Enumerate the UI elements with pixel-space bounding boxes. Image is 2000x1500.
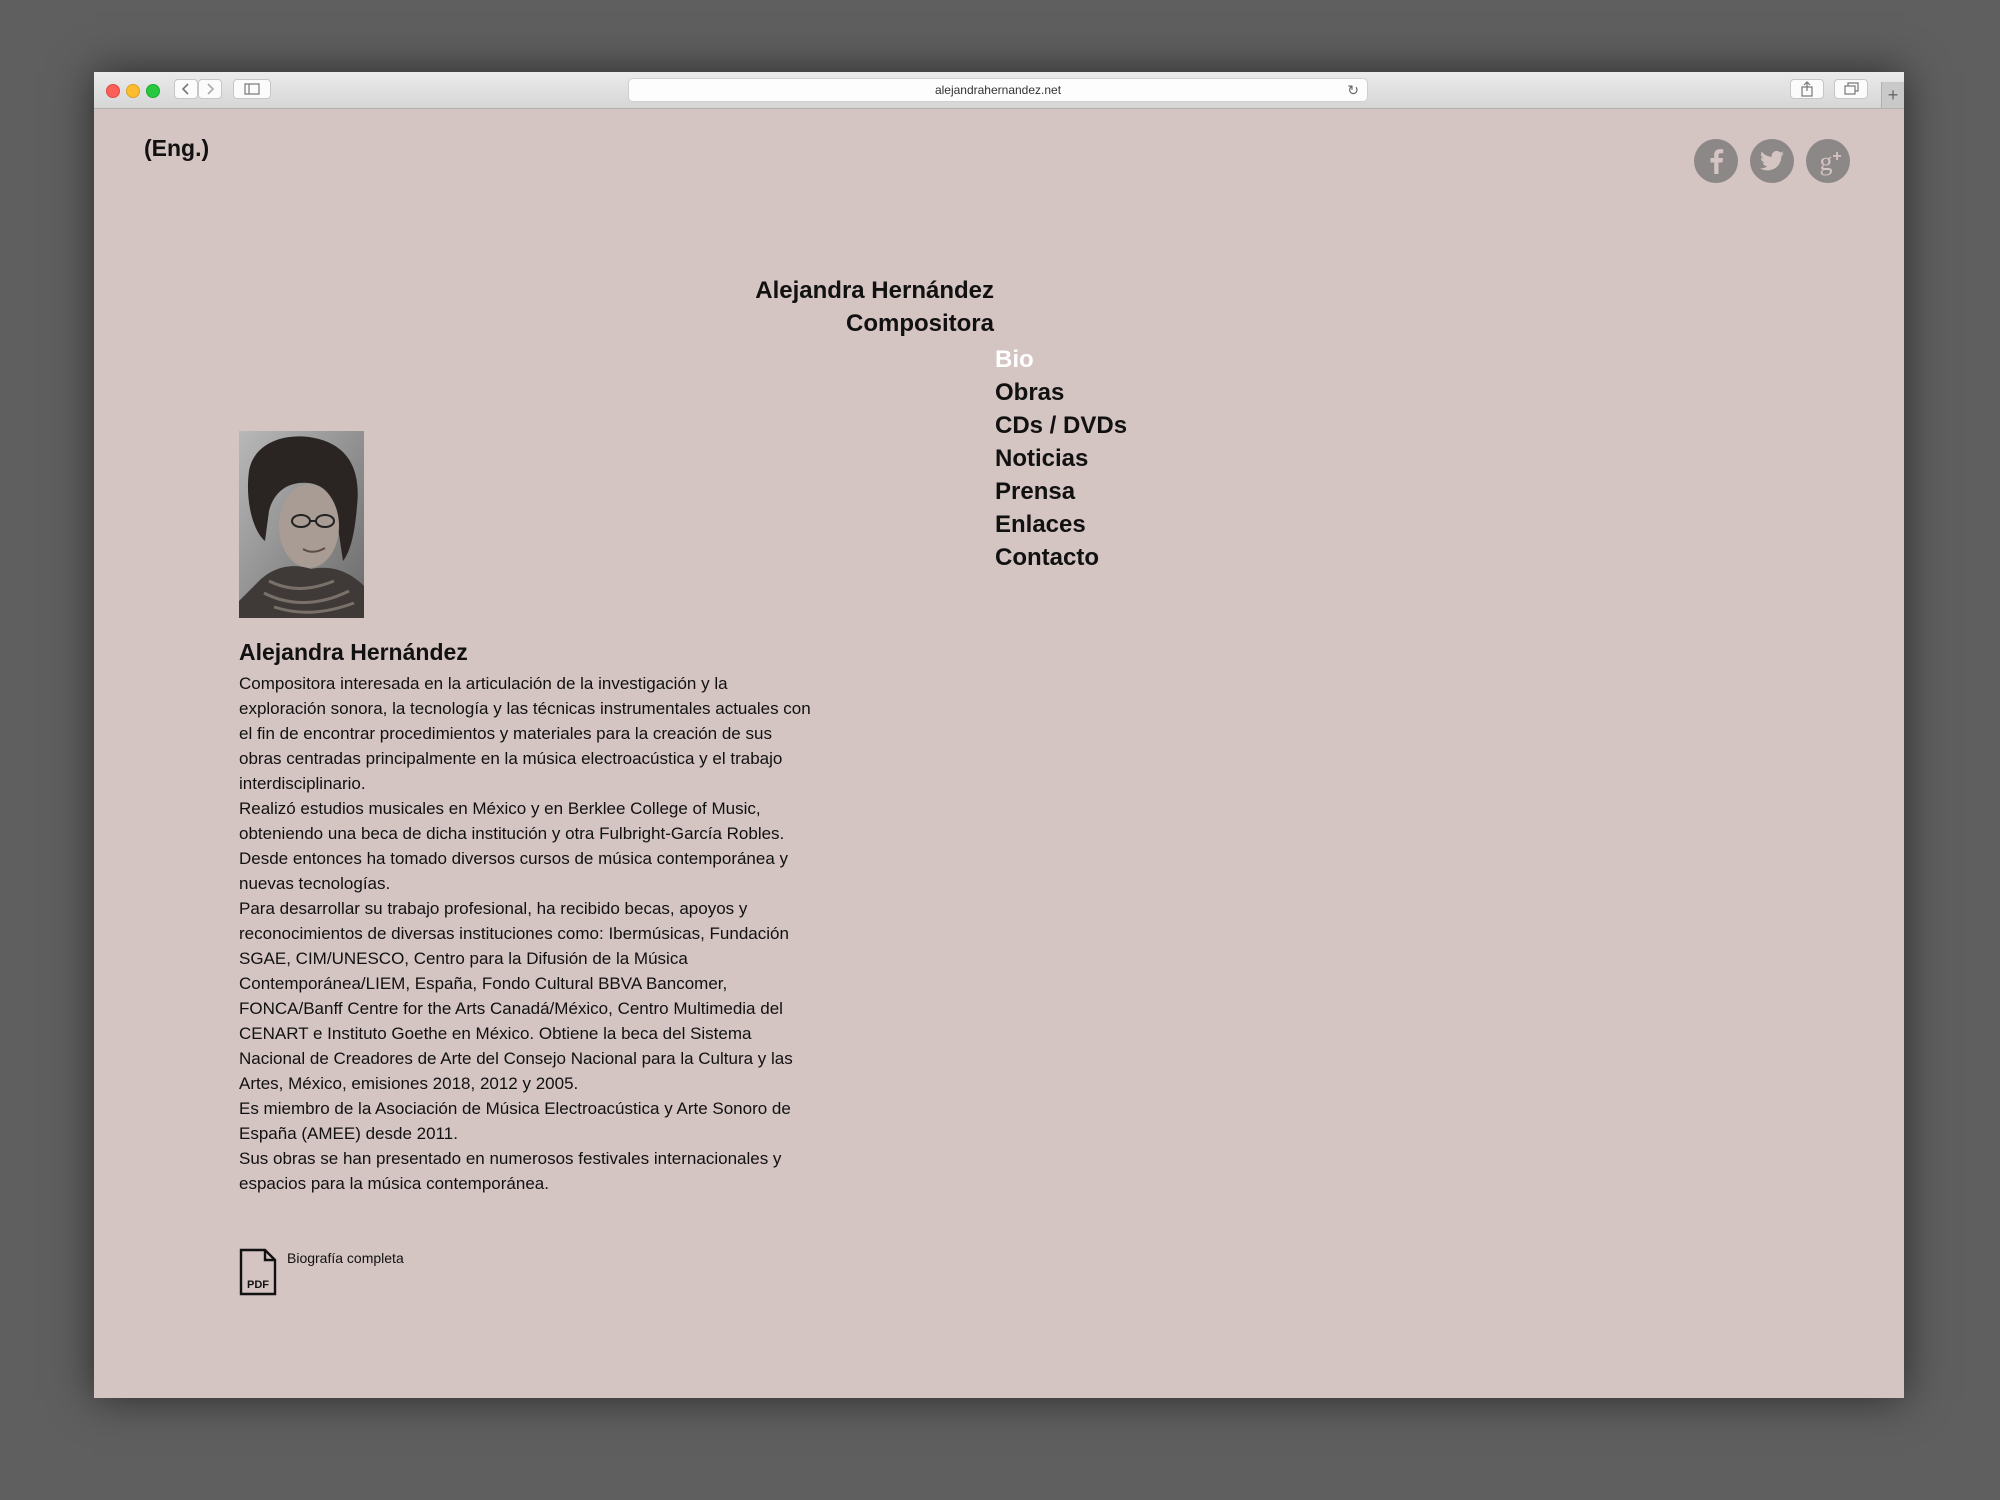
full-biography-pdf-link[interactable]: PDF Biografía completa	[239, 1248, 404, 1301]
forward-button[interactable]	[198, 79, 222, 99]
bio-text: Compositora interesada en la articulació…	[239, 671, 814, 1196]
bio-paragraph: Es miembro de la Asociación de Música El…	[239, 1099, 791, 1143]
page-content: (Eng.) g + Alejandra Hernández Composito…	[94, 109, 1904, 1398]
twitter-link[interactable]	[1750, 139, 1794, 183]
facebook-icon	[1710, 149, 1724, 174]
nav-item-obras[interactable]: Obras	[995, 376, 1127, 409]
google-plus-link[interactable]: g +	[1806, 139, 1850, 183]
tabs-icon	[1844, 82, 1859, 95]
full-biography-label: Biografía completa	[287, 1250, 404, 1266]
nav-item-cds-dvds[interactable]: CDs / DVDs	[995, 409, 1127, 442]
share-icon	[1801, 81, 1813, 97]
portrait-photo	[239, 431, 364, 618]
pdf-file-icon: PDF	[239, 1248, 277, 1296]
facebook-link[interactable]	[1694, 139, 1738, 183]
svg-text:g: g	[1820, 147, 1833, 176]
nav-item-enlaces[interactable]: Enlaces	[995, 508, 1127, 541]
zoom-window-button[interactable]	[146, 84, 160, 98]
minimize-window-button[interactable]	[126, 84, 140, 98]
browser-toolbar: alejandrahernandez.net ↻ +	[94, 72, 1904, 109]
url-text: alejandrahernandez.net	[934, 83, 1062, 97]
language-switch-link[interactable]: (Eng.)	[144, 135, 209, 162]
bio-paragraph: Realizó estudios musicales en México y e…	[239, 799, 789, 893]
main-nav: Bio Obras CDs / DVDs Noticias Prensa Enl…	[995, 343, 1127, 574]
plus-icon: +	[1887, 85, 1899, 105]
new-tab-button[interactable]: +	[1881, 82, 1904, 108]
nav-item-contacto[interactable]: Contacto	[995, 541, 1127, 574]
google-plus-icon: g +	[1820, 147, 1842, 176]
browser-window: alejandrahernandez.net ↻ + (Eng.) g + Al…	[94, 72, 1904, 1398]
chevron-right-icon	[207, 83, 215, 95]
pdf-badge: PDF	[247, 1279, 269, 1291]
sidebar-icon	[244, 83, 260, 95]
nav-item-noticias[interactable]: Noticias	[995, 442, 1127, 475]
share-button[interactable]	[1790, 79, 1824, 99]
close-window-button[interactable]	[106, 84, 120, 98]
twitter-icon	[1760, 150, 1784, 171]
site-name[interactable]: Alejandra Hernández	[755, 277, 994, 305]
nav-item-bio[interactable]: Bio	[995, 343, 1127, 376]
svg-text:+: +	[1832, 148, 1841, 165]
reload-icon[interactable]: ↻	[1347, 79, 1359, 101]
address-bar[interactable]: alejandrahernandez.net ↻	[628, 78, 1368, 102]
nav-item-prensa[interactable]: Prensa	[995, 475, 1127, 508]
site-role: Compositora	[845, 310, 994, 337]
bio-title: Alejandra Hernández	[239, 639, 468, 665]
bio-paragraph: Para desarrollar su trabajo profesional,…	[239, 899, 793, 1093]
bio-paragraph: Compositora interesada en la articulació…	[239, 674, 811, 793]
bio-paragraph: Sus obras se han presentado en numerosos…	[239, 1149, 782, 1193]
back-button[interactable]	[174, 79, 198, 99]
chevron-left-icon	[181, 83, 189, 95]
sidebar-button[interactable]	[233, 79, 271, 99]
tabs-overview-button[interactable]	[1834, 79, 1868, 99]
